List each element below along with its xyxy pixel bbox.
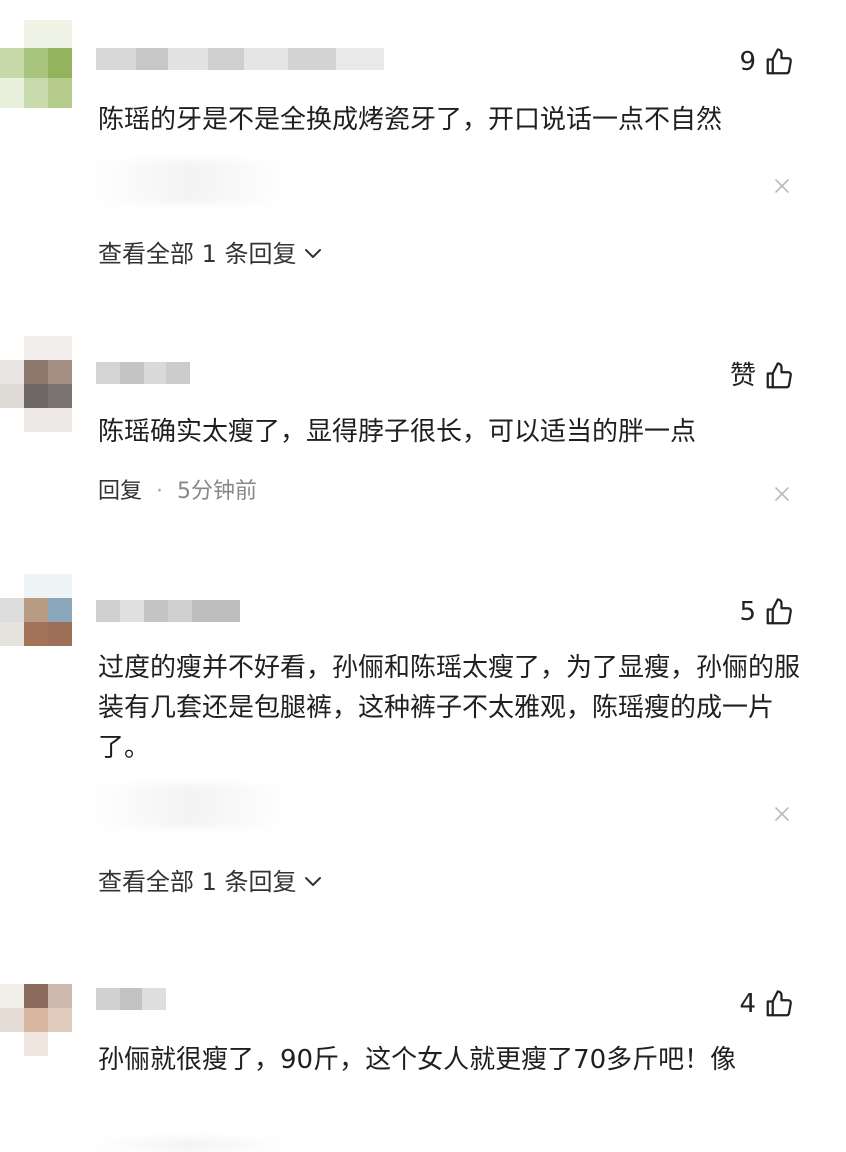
like-button[interactable]: 赞 [730, 358, 794, 394]
thumbs-up-icon [766, 362, 792, 389]
like-count: 5 [739, 597, 756, 627]
view-replies-link[interactable]: 查看全部 1 条回复 [98, 238, 323, 270]
chevron-down-icon [304, 877, 321, 886]
like-count: 9 [739, 47, 756, 77]
avatar[interactable] [0, 574, 74, 670]
username[interactable] [96, 988, 166, 1010]
close-icon[interactable] [774, 178, 790, 194]
like-label: 赞 [729, 361, 756, 391]
comment-meta: 回复 · 5分钟前 [98, 476, 257, 508]
view-replies-label: 查看全部 1 条回复 [98, 240, 297, 268]
blurred-region [90, 160, 290, 204]
comment-text: 陈瑶确实太瘦了，显得脖子很长，可以适当的胖一点 [98, 417, 697, 447]
comment-text: 孙俪就很瘦了，90斤，这个女人就更瘦了70多斤吧！像 [98, 1045, 737, 1075]
avatar[interactable] [0, 20, 74, 116]
username[interactable] [96, 48, 384, 70]
like-button[interactable]: 9 [739, 44, 794, 80]
username[interactable] [96, 362, 190, 384]
like-button[interactable]: 4 [739, 986, 794, 1022]
username[interactable] [96, 600, 240, 622]
thumbs-up-icon [766, 990, 792, 1017]
separator-dot: · [156, 479, 164, 504]
thumbs-up-icon [766, 598, 792, 625]
close-icon[interactable] [774, 486, 790, 502]
comment-text: 过度的瘦并不好看，孙俪和陈瑶太瘦了，为了显瘦，孙俪的服装有几套还是包腿裤，这种裤… [98, 653, 801, 763]
chevron-down-icon [304, 249, 321, 258]
comment-text: 陈瑶的牙是不是全换成烤瓷牙了，开口说话一点不自然 [98, 105, 723, 135]
like-count: 4 [739, 989, 756, 1019]
blurred-region [90, 784, 290, 828]
avatar[interactable] [0, 984, 74, 1056]
thumbs-up-icon [766, 48, 792, 75]
close-icon[interactable] [774, 806, 790, 822]
blurred-region [90, 1138, 290, 1152]
avatar[interactable] [0, 336, 74, 432]
view-replies-label: 查看全部 1 条回复 [98, 868, 297, 896]
view-replies-link[interactable]: 查看全部 1 条回复 [98, 866, 323, 898]
reply-button[interactable]: 回复 [98, 476, 142, 508]
timestamp: 5分钟前 [177, 479, 258, 504]
like-button[interactable]: 5 [739, 594, 794, 630]
